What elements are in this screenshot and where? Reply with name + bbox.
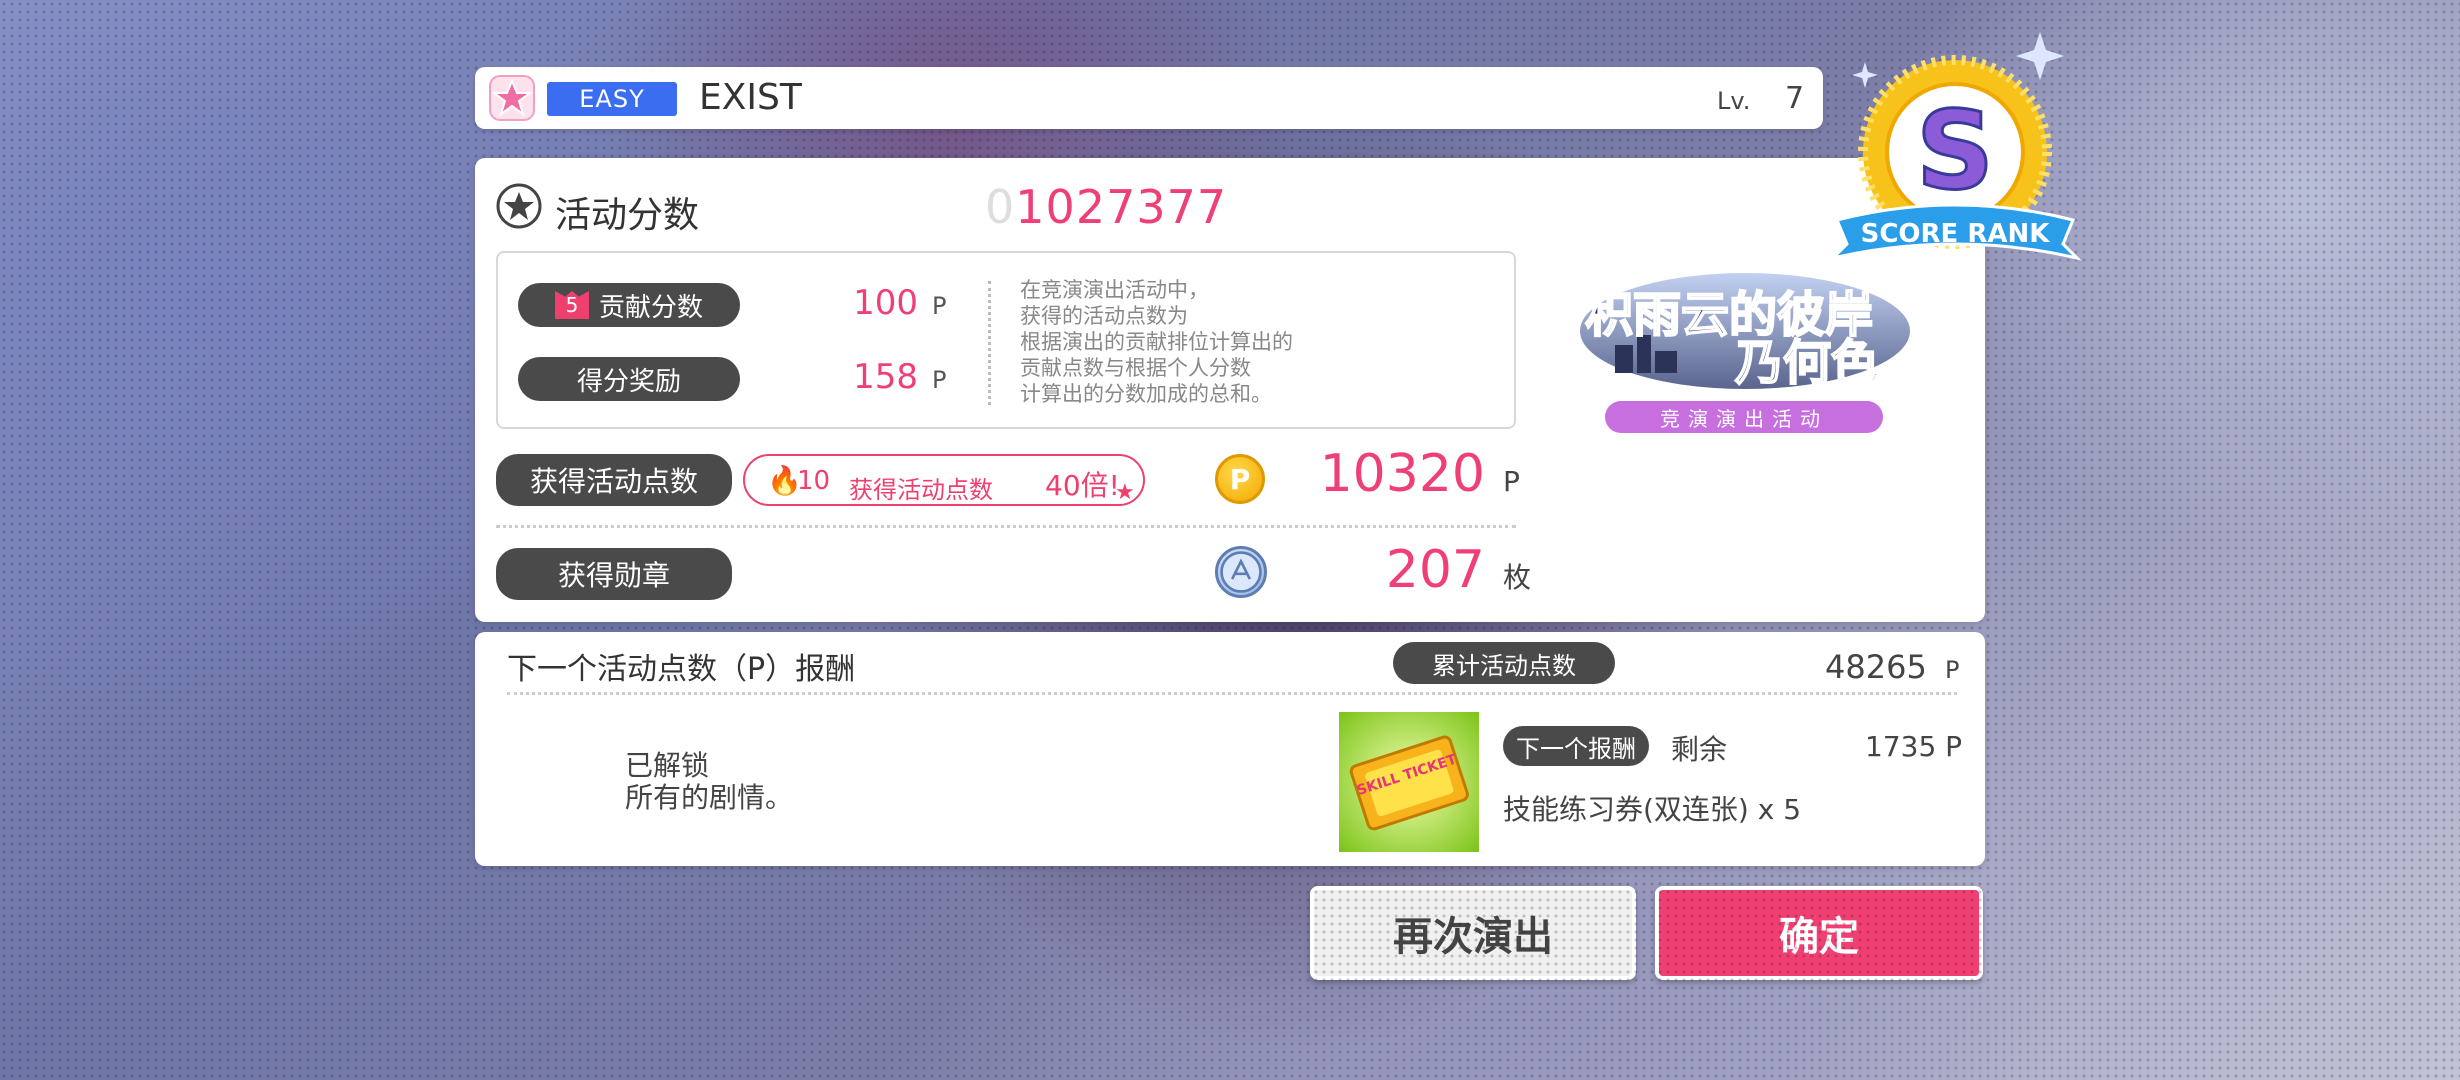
level-value: 7 — [1785, 81, 1805, 116]
boost-value: 10 — [797, 466, 831, 496]
skill-ticket-icon: SKILL TICKET — [1339, 712, 1479, 852]
next-reward-panel: 下一个活动点数（P）报酬 累计活动点数 48265 P 已解锁 所有的剧情。 S… — [475, 632, 1985, 866]
level-label: Lv. — [1717, 87, 1751, 115]
medal-value: 207 — [1385, 540, 1485, 600]
event-logo: 积雨云的彼岸 乃何色 — [1580, 273, 1910, 391]
medal-unit: 枚 — [1503, 561, 1532, 594]
story-unlocked-text: 已解锁 所有的剧情。 — [625, 749, 794, 814]
contribution-pill: 5 贡献分数 — [518, 283, 740, 327]
result-panel: 活动分数 01027377 5 贡献分数 100 P 得分奖励 158 P 在竞… — [475, 158, 1985, 622]
event-score-label: 活动分数 — [555, 195, 700, 236]
difficulty-badge: EASY — [547, 82, 677, 116]
points-divider — [496, 525, 1516, 528]
score-number: 1027377 — [1015, 180, 1228, 234]
event-score-value: 01027377 — [985, 180, 1227, 234]
contribution-rank-badge: 5 — [554, 291, 589, 319]
song-header-bar: EASY EXIST Lv. 7 — [475, 67, 1823, 129]
contribution-value-row: 100 P — [798, 283, 946, 323]
next-reward-title: 下一个活动点数（P）报酬 — [507, 652, 856, 687]
total-points-unit: P — [1945, 656, 1960, 684]
score-rank-emblem: S SCORE RANK — [1828, 32, 2082, 261]
replay-button[interactable]: 再次演出 — [1310, 886, 1636, 980]
boost-indicator: 🔥 10 获得活动点数 40倍! ★ — [743, 454, 1145, 506]
p-coin-icon: P — [1215, 454, 1265, 504]
song-title: EXIST — [699, 77, 802, 118]
bonus-value: 158 — [853, 357, 918, 397]
score-bonus-pill: 得分奖励 — [518, 357, 740, 401]
event-logo-line2: 乃何色 — [1735, 335, 1879, 391]
total-points-value: 48265 — [1825, 648, 1927, 686]
confirm-button[interactable]: 确定 — [1655, 886, 1983, 980]
boost-label: 获得活动点数 — [849, 476, 993, 504]
star-circle-icon — [496, 183, 542, 229]
boost-multiplier: 40倍! — [1045, 469, 1120, 502]
score-detail-box: 5 贡献分数 100 P 得分奖励 158 P 在竞演演出活动中， 获得的活动点… — [496, 251, 1516, 429]
event-type-tag: 竞演演出活动 — [1605, 401, 1883, 433]
bonus-value-row: 158 P — [798, 357, 946, 397]
contribution-value: 100 — [853, 283, 918, 323]
next-reward-pill: 下一个报酬 — [1503, 726, 1649, 766]
medal-value-row: 207 枚 — [1305, 540, 1531, 600]
remaining-value: 1735 P — [1865, 730, 1963, 763]
reward-item-name: 技能练习券(双连张) x 5 — [1503, 793, 1802, 826]
star-icon — [489, 75, 535, 121]
detail-divider — [988, 281, 991, 405]
points-unit: P — [1503, 465, 1520, 498]
contribution-unit: P — [932, 292, 947, 320]
contribution-label: 贡献分数 — [598, 292, 703, 323]
reward-divider — [507, 692, 1957, 695]
medal-earned-pill: 获得勋章 — [496, 548, 732, 600]
points-earned-pill: 获得活动点数 — [496, 454, 732, 506]
bonus-unit: P — [932, 366, 947, 394]
points-description: 在竞演演出活动中， 获得的活动点数为 根据演出的贡献排位计算出的 贡献点数与根据… — [1020, 278, 1293, 406]
score-leading-zero: 0 — [985, 180, 1016, 234]
points-value-row: 10320 P — [1305, 444, 1985, 504]
rank-banner-text: SCORE RANK — [1861, 219, 2051, 249]
total-points-pill: 累计活动点数 — [1393, 642, 1615, 684]
medal-icon — [1215, 546, 1267, 598]
rank-letter: S — [1916, 89, 1994, 214]
remaining-label: 剩余 — [1671, 733, 1728, 766]
small-star-icon: ★ — [1115, 480, 1135, 505]
points-value: 10320 — [1319, 444, 1485, 504]
